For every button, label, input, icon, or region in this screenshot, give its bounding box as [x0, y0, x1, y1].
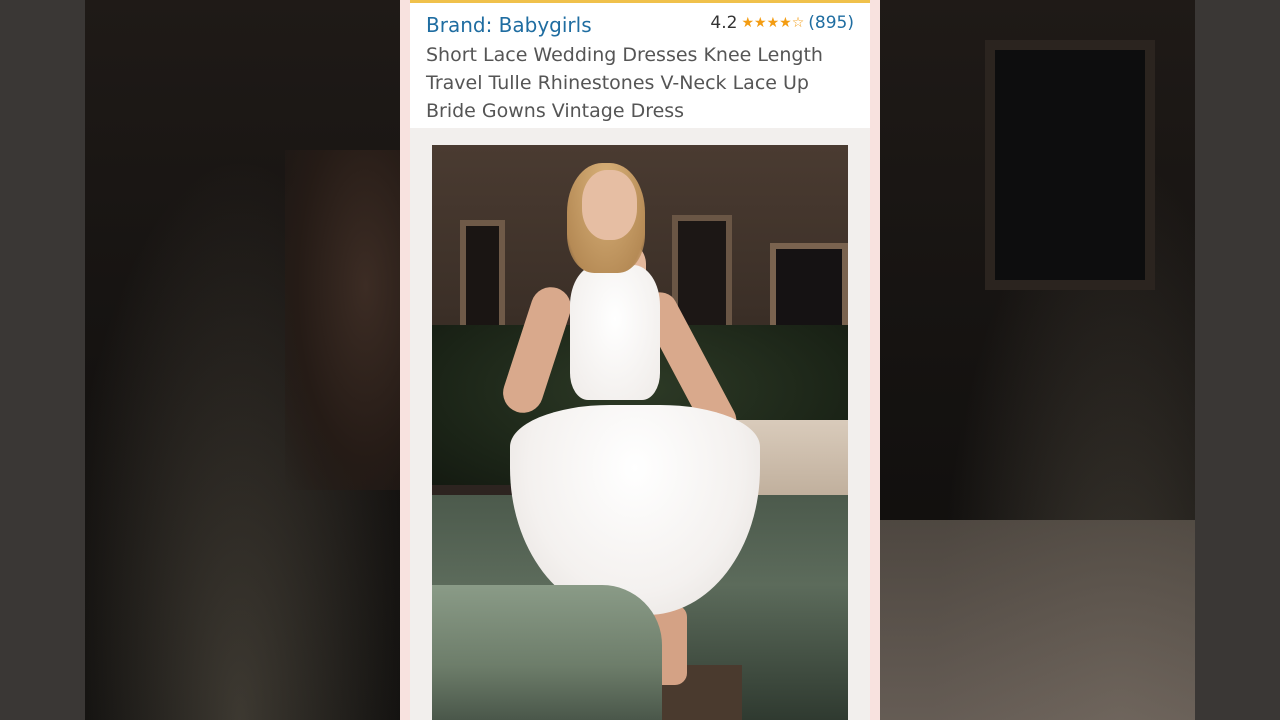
- product-image[interactable]: [432, 145, 848, 720]
- star-filled-icon: ★: [754, 15, 767, 31]
- star-filled-icon: ★: [766, 15, 780, 31]
- rating[interactable]: 4.2 ★ ★ ★ ★ ☆ (895): [710, 13, 854, 33]
- background-left-edge: [0, 0, 85, 720]
- rating-value: 4.2: [710, 13, 738, 33]
- star-empty-icon: ☆: [791, 15, 805, 31]
- background-arm-blur: [285, 150, 400, 490]
- product-header: Brand: Babygirls 4.2 ★ ★ ★ ★ ☆ (895) Sho…: [410, 3, 870, 128]
- review-count-link[interactable]: (895): [808, 13, 854, 33]
- star-filled-icon: ★: [779, 15, 792, 31]
- image-dress-bodice: [570, 265, 660, 400]
- product-card[interactable]: Brand: Babygirls 4.2 ★ ★ ★ ★ ☆ (895) Sho…: [400, 0, 880, 720]
- image-model-face: [582, 170, 637, 240]
- image-window: [770, 243, 848, 333]
- background-right-edge: [1195, 0, 1280, 720]
- background-window-blur: [985, 40, 1155, 290]
- image-window: [460, 220, 505, 340]
- image-car-hood: [432, 585, 662, 720]
- background-gravel-blur: [880, 520, 1195, 720]
- star-rating: ★ ★ ★ ★ ☆: [741, 16, 804, 30]
- star-filled-icon: ★: [741, 15, 755, 31]
- brand-link[interactable]: Brand: Babygirls: [426, 13, 592, 37]
- product-title[interactable]: Short Lace Wedding Dresses Knee Length T…: [426, 41, 856, 125]
